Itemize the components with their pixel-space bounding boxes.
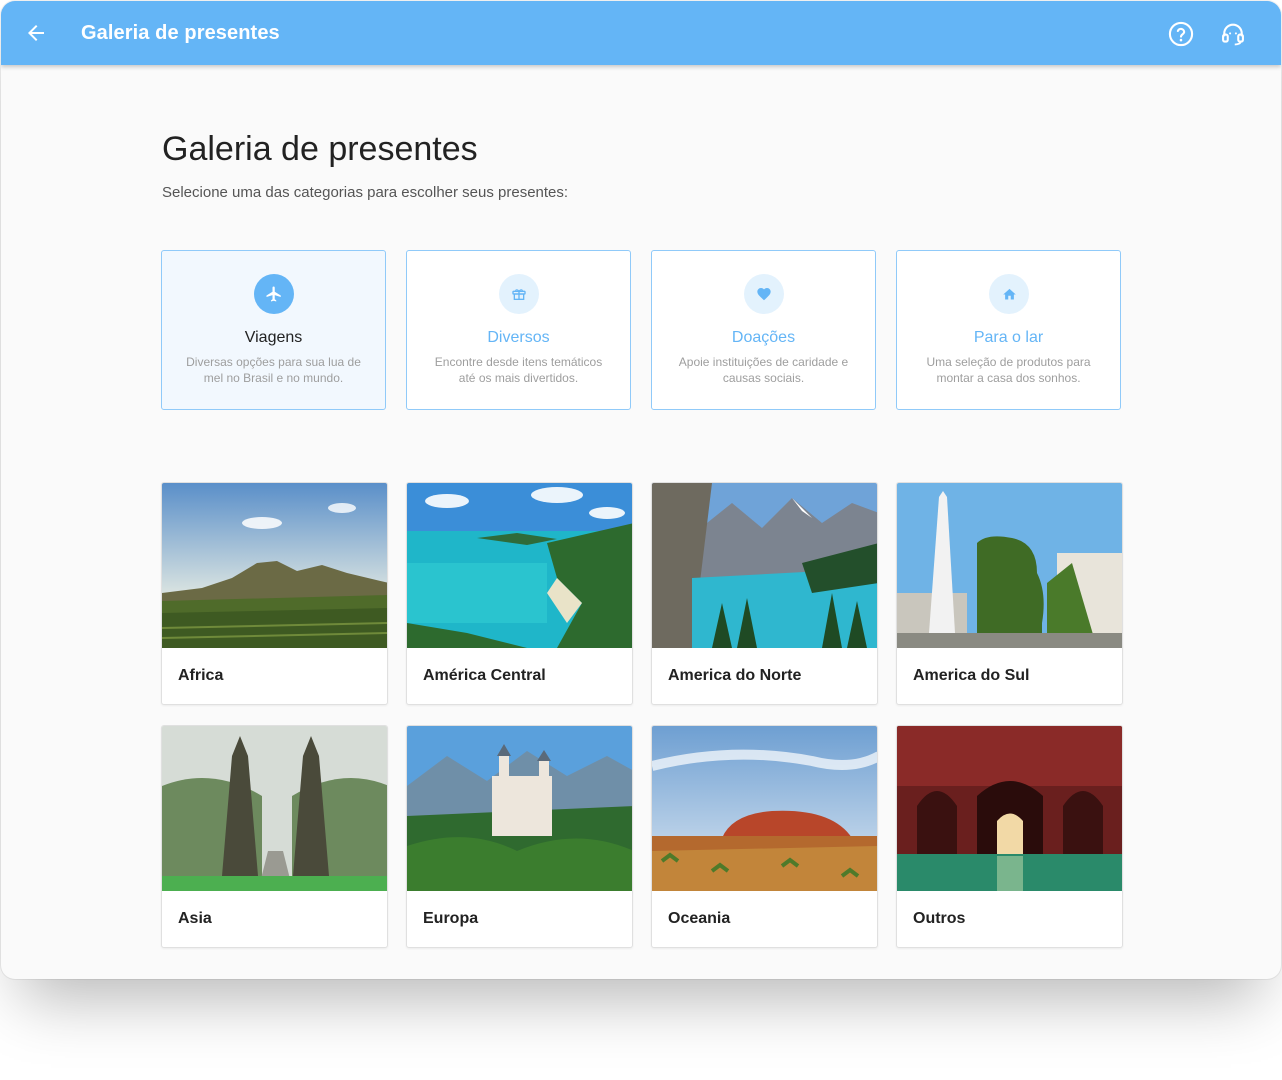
outros-arches-image: [897, 726, 1122, 891]
category-viagens[interactable]: Viagens Diversas opções para sua lua de …: [161, 250, 386, 410]
destination-card-europa[interactable]: Europa: [406, 725, 633, 948]
america-central-beach-image: [407, 483, 632, 648]
category-icon-circle: [254, 274, 294, 314]
app-bar-title: Galeria de presentes: [81, 22, 280, 44]
category-description: Uma seleção de produtos para montar a ca…: [926, 355, 1091, 385]
page-subtitle: Selecione uma das categorias para escolh…: [162, 184, 569, 201]
destination-card-america-do-sul[interactable]: America do Sul: [896, 482, 1123, 705]
category-icon-circle: [499, 274, 539, 314]
destination-card-asia[interactable]: Asia: [161, 725, 388, 948]
oceania-uluru-image: [652, 726, 877, 891]
category-label: Diversos: [487, 329, 550, 346]
destination-name: Africa: [178, 667, 224, 684]
help-circle-icon[interactable]: [1167, 20, 1195, 48]
headset-icon[interactable]: [1219, 20, 1247, 48]
category-description: Encontre desde itens temáticos até os ma…: [434, 355, 603, 385]
destination-name: Asia: [178, 910, 212, 927]
africa-landscape-image: [162, 483, 387, 648]
heart-icon: [757, 288, 771, 301]
app-window: Galeria de presentes Galeria de presente…: [1, 1, 1281, 979]
page-title: Galeria de presentes: [162, 130, 478, 168]
destination-card-america-central[interactable]: América Central: [406, 482, 633, 705]
america-do-sul-obelisk-image: [897, 483, 1122, 648]
destination-name: Europa: [423, 910, 479, 927]
destination-name: América Central: [423, 667, 546, 684]
category-diversos[interactable]: Diversos Encontre desde itens temáticos …: [406, 250, 631, 410]
home-icon: [1002, 288, 1016, 299]
destination-card-oceania[interactable]: Oceania: [651, 725, 878, 948]
america-do-norte-lake-image: [652, 483, 877, 648]
asia-temple-gate-image: [162, 726, 387, 891]
destination-card-america-do-norte[interactable]: America do Norte: [651, 482, 878, 705]
app-bar: Galeria de presentes: [1, 1, 1281, 65]
destination-name: Outros: [913, 910, 966, 927]
category-description: Diversas opções para sua lua de mel no B…: [186, 355, 361, 385]
category-description: Apoie instituições de caridade e causas …: [678, 355, 849, 385]
category-icon-circle: [989, 274, 1029, 314]
gift-icon: [512, 289, 526, 300]
arrow-left-icon[interactable]: [23, 21, 49, 45]
category-para-o-lar[interactable]: Para o lar Uma seleção de produtos para …: [896, 250, 1121, 410]
destination-name: America do Norte: [668, 667, 802, 684]
destination-card-africa[interactable]: Africa: [161, 482, 388, 705]
category-label: Viagens: [244, 329, 303, 346]
category-label: Doações: [731, 329, 796, 346]
destination-name: Oceania: [668, 910, 731, 927]
europa-castle-image: [407, 726, 632, 891]
category-label: Para o lar: [973, 329, 1044, 346]
destination-card-outros[interactable]: Outros: [896, 725, 1123, 948]
airplane-icon: [266, 286, 281, 302]
category-doacoes[interactable]: Doações Apoie instituições de caridade e…: [651, 250, 876, 410]
destination-name: America do Sul: [913, 667, 1030, 684]
category-icon-circle: [744, 274, 784, 314]
